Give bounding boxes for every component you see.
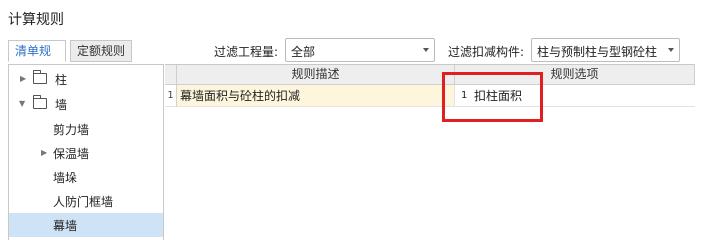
tree-item-column[interactable]: ▶ 柱 (9, 67, 163, 91)
title-bar: 计算规则 (0, 0, 701, 36)
quantity-filter-label: 过滤工程量: (214, 45, 279, 59)
component-filter-value: 柱与预制柱与型钢砼柱 (537, 45, 658, 59)
collapse-arrow-icon[interactable]: ▼ (19, 100, 25, 108)
quantity-filter-value: 全部 (291, 45, 316, 59)
rules-grid: 规则描述 规则选项 1 幕墙面积与砼柱的扣减 1 扣柱面积 (165, 64, 695, 240)
component-filter-select[interactable]: 柱与预制柱与型钢砼柱 (531, 38, 680, 62)
tree-item-insulation-wall[interactable]: ▶ 保温墙 (9, 141, 163, 165)
expand-arrow-icon[interactable]: ▶ (41, 149, 47, 157)
column-header-rule-description[interactable]: 规则描述 (177, 65, 455, 85)
tree-item-label: 幕墙 (53, 219, 78, 233)
tree-item-label: 保温墙 (53, 147, 90, 161)
quantity-filter-select[interactable]: 全部 (285, 38, 435, 62)
row-number: 1 (165, 85, 177, 107)
dropdown-arrow-icon (423, 48, 429, 52)
tab-bill-rules[interactable]: 清单规则 (8, 40, 66, 78)
tree-item-label: 柱 (55, 73, 68, 87)
tree-item-wall[interactable]: ▼ 墙 (9, 92, 163, 116)
tree-item-curtain-wall[interactable]: 幕墙 (9, 213, 163, 237)
tree-item-label: 墙 (55, 98, 68, 112)
grid-corner (165, 65, 177, 85)
tree-item-label: 墙垛 (53, 171, 78, 185)
folder-icon (33, 70, 47, 84)
component-filter-label: 过滤扣减构件: (448, 45, 525, 59)
tree-item-civil-defense-door-frame-wall[interactable]: 人防门框墙 (9, 189, 163, 213)
tree-item-label: 人防门框墙 (53, 195, 114, 209)
window-title: 计算规则 (8, 12, 64, 28)
dropdown-arrow-icon (668, 48, 674, 52)
tab-quota-rules[interactable]: 定额规则 (70, 40, 132, 62)
folder-icon (33, 95, 47, 109)
component-tree: ▶ 柱 ▼ 墙 剪力墙 ▶ 保温墙 墙垛 人防门框墙 幕墙 (8, 64, 164, 240)
tree-item-wall-pier[interactable]: 墙垛 (9, 165, 163, 189)
rule-description-cell[interactable]: 幕墙面积与砼柱的扣减 (177, 85, 455, 107)
tree-item-shear-wall[interactable]: 剪力墙 (9, 117, 163, 141)
expand-arrow-icon[interactable]: ▶ (20, 75, 26, 83)
annotation-highlight-box (442, 72, 543, 122)
tree-item-label: 剪力墙 (53, 123, 90, 137)
